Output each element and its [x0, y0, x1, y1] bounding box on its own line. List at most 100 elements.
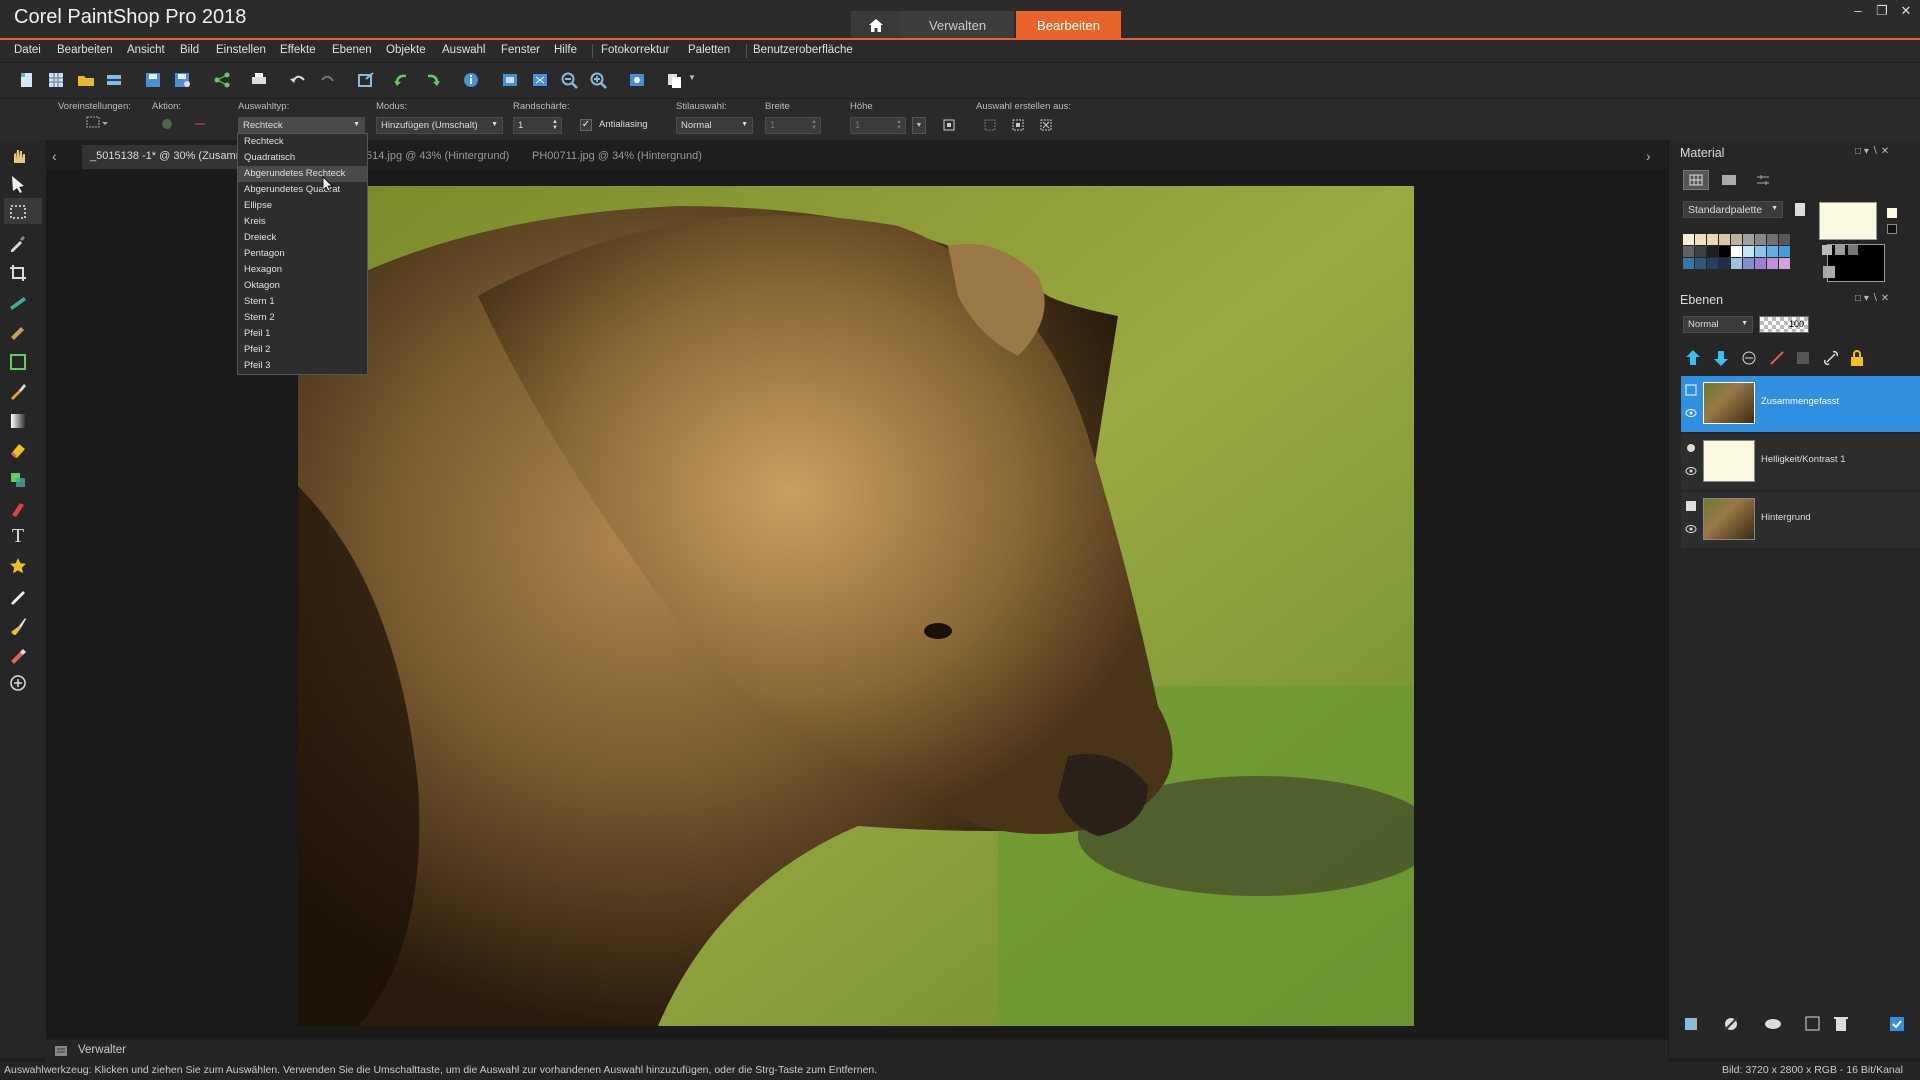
- red-eye-tool-icon[interactable]: [8, 322, 28, 342]
- chevron-left-icon[interactable]: ‹: [52, 148, 57, 164]
- swatch[interactable]: [1707, 234, 1718, 245]
- grid-icon[interactable]: [46, 71, 66, 89]
- panel-controls-icon[interactable]: □ ▾ ∖ ✕: [1855, 146, 1889, 157]
- makeover-tool-icon[interactable]: [8, 352, 28, 372]
- dropdown-item[interactable]: Rechteck: [238, 134, 367, 150]
- print-icon[interactable]: [249, 71, 269, 89]
- zoom-in-icon[interactable]: [589, 71, 609, 89]
- foreground-color[interactable]: [1819, 202, 1877, 240]
- dropdown-item[interactable]: Kreis: [238, 214, 367, 230]
- share-icon[interactable]: [212, 71, 232, 89]
- swatch[interactable]: [1767, 258, 1778, 269]
- custom-selection-icon[interactable]: [941, 117, 957, 133]
- swatch[interactable]: [1767, 246, 1778, 257]
- preset-shape-icon[interactable]: [8, 556, 28, 576]
- texture-options-icon[interactable]: [1821, 244, 1867, 256]
- save-icon[interactable]: [143, 71, 163, 89]
- sliders-tab-icon[interactable]: [1753, 172, 1773, 188]
- chevron-right-icon[interactable]: ›: [1646, 148, 1651, 164]
- menu-einstellen[interactable]: Einstellen: [216, 44, 266, 56]
- home-button[interactable]: [851, 11, 901, 39]
- stepper-icon[interactable]: ▲ ▼: [896, 119, 902, 131]
- swatch[interactable]: [1731, 258, 1742, 269]
- dropdown-item[interactable]: Stern 1: [238, 294, 367, 310]
- eye-icon[interactable]: [1685, 408, 1697, 418]
- menu-bearbeiten[interactable]: Bearbeiten: [57, 44, 113, 56]
- layer-row[interactable]: Helligkeit/Kontrast 1: [1681, 434, 1920, 490]
- stepper-icon[interactable]: ▲ ▼: [811, 119, 817, 131]
- add-tool-icon[interactable]: [8, 673, 28, 693]
- text-tool-icon[interactable]: T: [8, 526, 28, 546]
- copy-icon[interactable]: [665, 71, 685, 89]
- new-vector-layer-icon[interactable]: [1711, 348, 1731, 368]
- dropdown-item[interactable]: Hexagon: [238, 262, 367, 278]
- mask-menu-icon[interactable]: [1763, 1014, 1787, 1034]
- adjust-icon[interactable]: [1723, 1014, 1747, 1034]
- menu-fenster[interactable]: Fenster: [501, 44, 540, 56]
- swap-colors-icon[interactable]: [1821, 264, 1837, 280]
- auswahltyp-select[interactable]: Rechteck ▼: [238, 117, 365, 134]
- dropdown-item[interactable]: Pfeil 1: [238, 326, 367, 342]
- minimize-icon[interactable]: –: [1848, 3, 1868, 23]
- dropper-tool-icon[interactable]: [8, 233, 28, 253]
- selection-from-opaque-icon[interactable]: [1010, 117, 1026, 133]
- swatch[interactable]: [1683, 258, 1694, 269]
- menu-benutzeroberflaeche[interactable]: Benutzeroberfläche: [753, 44, 853, 56]
- stilauswahl-select[interactable]: Normal ▼: [676, 117, 753, 134]
- eye-icon[interactable]: [1685, 466, 1697, 476]
- menu-effekte[interactable]: Effekte: [280, 44, 316, 56]
- zoom-out-icon[interactable]: [560, 71, 580, 89]
- crop-tool-icon[interactable]: [8, 263, 28, 283]
- pencil-tool-icon[interactable]: [8, 644, 28, 664]
- layer-row-active[interactable]: Zusammengefasst: [1681, 376, 1920, 432]
- swatch[interactable]: [1743, 234, 1754, 245]
- selection-from-merged-icon[interactable]: [1038, 117, 1054, 133]
- eraser-tool-icon[interactable]: [8, 440, 28, 460]
- pan-tool-icon[interactable]: [8, 146, 28, 166]
- swatch[interactable]: [1683, 246, 1694, 257]
- paint-brush-icon[interactable]: [8, 381, 28, 401]
- dropdown-item[interactable]: Stern 2: [238, 310, 367, 326]
- swatch[interactable]: [1779, 234, 1790, 245]
- rainbow-tab-icon[interactable]: [1719, 172, 1739, 188]
- dropdown-item[interactable]: Pentagon: [238, 246, 367, 262]
- stepper-icon[interactable]: ▲ ▼: [552, 119, 558, 131]
- preset-icon[interactable]: [86, 116, 108, 130]
- art-media-icon[interactable]: [8, 615, 28, 635]
- tab-bearbeiten[interactable]: Bearbeiten: [1016, 11, 1121, 39]
- modus-select[interactable]: Hinzufügen (Umschalt) ▼: [376, 117, 503, 134]
- swatch[interactable]: [1743, 258, 1754, 269]
- lock-icon[interactable]: [1847, 348, 1867, 368]
- scan-icon[interactable]: [104, 71, 124, 89]
- group-icon[interactable]: [1793, 348, 1813, 368]
- organizer-bar[interactable]: Verwalter: [46, 1040, 1668, 1062]
- swatch[interactable]: [1755, 234, 1766, 245]
- resize-icon[interactable]: [356, 71, 376, 89]
- swatch[interactable]: [1683, 234, 1694, 245]
- dropdown-item[interactable]: Quadratisch: [238, 150, 367, 166]
- swatch[interactable]: [1695, 234, 1706, 245]
- maximize-icon[interactable]: ❐: [1872, 3, 1892, 23]
- swatch[interactable]: [1695, 258, 1706, 269]
- new-raster-layer-icon[interactable]: [1683, 348, 1703, 368]
- dropdown-item[interactable]: Ellipse: [238, 198, 367, 214]
- randschaerfe-input[interactable]: 1 ▲ ▼: [513, 117, 562, 134]
- tab-verwalten[interactable]: Verwalten: [901, 11, 1014, 39]
- rotate-left-icon[interactable]: [392, 71, 412, 89]
- chevron-down-icon[interactable]: ▼: [688, 73, 696, 82]
- undo-icon[interactable]: [288, 71, 308, 89]
- swatch[interactable]: [1707, 258, 1718, 269]
- new-adjustment-layer-icon[interactable]: [1739, 348, 1759, 368]
- bg-mini-swatch[interactable]: [1887, 224, 1897, 234]
- panel-controls-icon[interactable]: □ ▾ ∖ ✕: [1855, 293, 1889, 304]
- swatch[interactable]: [1719, 246, 1730, 257]
- dropdown-item[interactable]: Pfeil 3: [238, 358, 367, 374]
- dropdown-item[interactable]: Dreieck: [238, 230, 367, 246]
- open-folder-icon[interactable]: [76, 71, 96, 89]
- menu-objekte[interactable]: Objekte: [386, 44, 426, 56]
- selection-from-layer-icon[interactable]: [982, 117, 998, 133]
- blend-mode-select[interactable]: Normal ▼: [1683, 316, 1753, 333]
- menu-fotokorrektur[interactable]: Fotokorrektur: [601, 44, 669, 56]
- new-file-icon[interactable]: [16, 71, 36, 89]
- close-icon[interactable]: ✕: [1896, 3, 1916, 23]
